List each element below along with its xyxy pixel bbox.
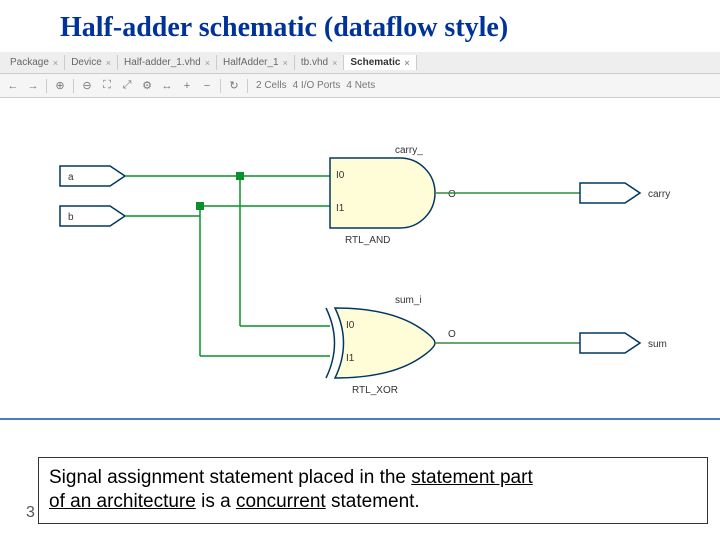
caption-text: Signal assignment statement placed in th… <box>49 467 411 488</box>
gate-header: carry_ <box>395 145 423 156</box>
nav-back-button[interactable]: ← <box>4 77 22 95</box>
tab-label: Package <box>10 57 49 68</box>
xor-gate-body <box>335 308 435 378</box>
xor-gate-arc <box>326 308 335 378</box>
zoom-fit-button[interactable]: ⛶ <box>98 77 116 95</box>
close-icon[interactable]: × <box>205 58 210 68</box>
add-button[interactable]: + <box>178 77 196 95</box>
zoom-out-button[interactable]: ⊖ <box>78 77 96 95</box>
expand-button[interactable]: ↔ <box>158 77 176 95</box>
ide-panel: Package × Device × Half-adder_1.vhd × HalfA… <box>0 52 720 420</box>
page-number: 3 <box>26 504 35 522</box>
caption-text: statement. <box>326 491 420 512</box>
tab-bar: Package × Device × Half-adder_1.vhd × HalfA… <box>0 52 720 74</box>
toolbar: ← → ⊕ ⊖ ⛶ ⤢ ⚙ ↔ + − ↻ 2 Cells 4 I/O Port… <box>0 74 720 98</box>
output-port-carry <box>580 183 640 203</box>
tab-label: Half-adder_1.vhd <box>124 57 201 68</box>
caption-box: Signal assignment statement placed in th… <box>38 457 708 524</box>
and-gate <box>330 158 435 228</box>
caption-text: of an architecture <box>49 491 196 512</box>
close-icon[interactable]: × <box>332 58 337 68</box>
port-label: carry <box>648 189 670 200</box>
separator <box>73 79 74 93</box>
tab-label: Device <box>71 57 102 68</box>
separator <box>46 79 47 93</box>
refresh-button[interactable]: ↻ <box>225 77 243 95</box>
junction-b <box>196 202 204 210</box>
pin-label: O <box>448 329 456 340</box>
tab-tb-vhd[interactable]: tb.vhd × <box>295 55 345 70</box>
tab-label: HalfAdder_1 <box>223 57 279 68</box>
pin-label: I1 <box>346 353 355 364</box>
schematic-canvas[interactable]: a b carry_ I0 I1 O RTL_AND <box>0 98 720 418</box>
io-info: 4 I/O Ports <box>293 80 341 91</box>
gate-header: sum_i <box>395 295 422 306</box>
output-port-sum <box>580 333 640 353</box>
port-label: b <box>68 212 74 223</box>
fullscreen-button[interactable]: ⤢ <box>118 77 136 95</box>
tab-package[interactable]: Package × <box>4 55 65 70</box>
tab-label: tb.vhd <box>301 57 328 68</box>
gate-type-label: RTL_XOR <box>352 385 398 396</box>
slide-title: Half-adder schematic (dataflow style) <box>0 0 720 52</box>
close-icon[interactable]: × <box>53 58 58 68</box>
port-label: sum <box>648 339 667 350</box>
caption-text: concurrent <box>236 491 326 512</box>
tab-halfadder[interactable]: HalfAdder_1 × <box>217 55 295 70</box>
tab-schematic[interactable]: Schematic × <box>344 55 416 70</box>
separator <box>220 79 221 93</box>
caption-text: statement part <box>411 467 532 488</box>
zoom-in-button[interactable]: ⊕ <box>51 77 69 95</box>
pin-label: I0 <box>346 320 355 331</box>
tab-device[interactable]: Device × <box>65 55 118 70</box>
tab-halfadder-vhd[interactable]: Half-adder_1.vhd × <box>118 55 217 70</box>
gate-type-label: RTL_AND <box>345 235 390 246</box>
close-icon[interactable]: × <box>404 58 409 68</box>
pin-label: I1 <box>336 203 345 214</box>
schematic-svg: a b carry_ I0 I1 O RTL_AND <box>0 98 720 418</box>
nets-info: 4 Nets <box>346 80 375 91</box>
caption-text: is a <box>196 491 236 512</box>
port-label: a <box>68 172 74 183</box>
tab-label: Schematic <box>350 57 400 68</box>
pin-label: I0 <box>336 170 345 181</box>
nav-forward-button[interactable]: → <box>24 77 42 95</box>
settings-button[interactable]: ⚙ <box>138 77 156 95</box>
separator <box>247 79 248 93</box>
pin-label: O <box>448 189 456 200</box>
close-icon[interactable]: × <box>283 58 288 68</box>
remove-button[interactable]: − <box>198 77 216 95</box>
cells-info: 2 Cells <box>256 80 287 91</box>
close-icon[interactable]: × <box>106 58 111 68</box>
